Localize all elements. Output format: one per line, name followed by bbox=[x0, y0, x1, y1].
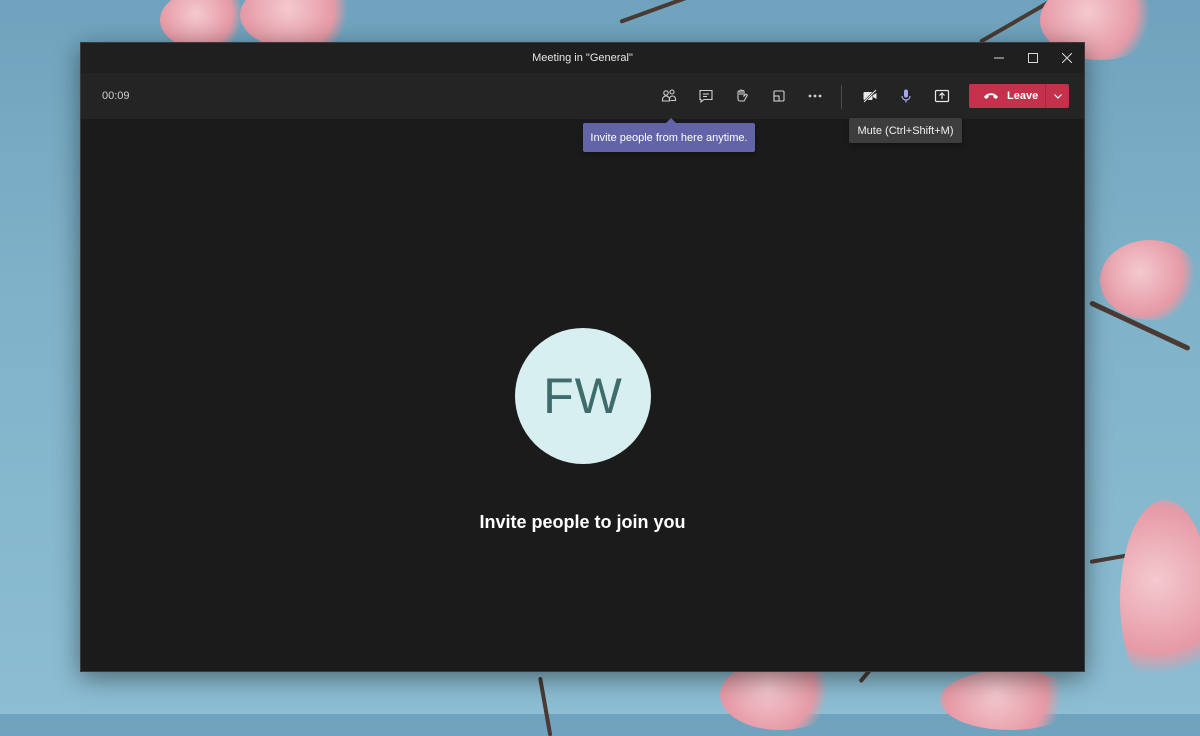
show-chat-button[interactable] bbox=[688, 73, 724, 119]
close-icon bbox=[1062, 53, 1072, 63]
hang-up-icon bbox=[983, 91, 999, 101]
breakout-rooms-button[interactable] bbox=[761, 73, 797, 119]
mute-tooltip: Mute (Ctrl+Shift+M) bbox=[849, 118, 962, 143]
meeting-window: Meeting in "General" 00:09 bbox=[80, 42, 1085, 672]
rooms-icon bbox=[771, 88, 787, 104]
microphone-toggle-button[interactable] bbox=[888, 73, 924, 119]
leave-button[interactable]: Leave bbox=[969, 84, 1045, 108]
share-content-button[interactable] bbox=[924, 73, 960, 119]
show-participants-button[interactable] bbox=[651, 73, 687, 119]
leave-label: Leave bbox=[1007, 90, 1038, 102]
leave-options-button[interactable] bbox=[1046, 84, 1069, 108]
meeting-toolbar: 00:09 bbox=[81, 73, 1084, 119]
leave-button-group: Leave bbox=[969, 84, 1069, 108]
avatar: FW bbox=[515, 328, 651, 464]
raise-hand-icon bbox=[734, 88, 750, 104]
more-actions-button[interactable] bbox=[797, 73, 833, 119]
minimize-button[interactable] bbox=[982, 43, 1016, 73]
chevron-down-icon bbox=[1053, 91, 1063, 101]
invite-tooltip: Invite people from here anytime. bbox=[583, 123, 755, 152]
raise-hand-button[interactable] bbox=[724, 73, 760, 119]
more-icon bbox=[807, 88, 823, 104]
window-title: Meeting in "General" bbox=[532, 52, 633, 64]
call-timer: 00:09 bbox=[102, 90, 130, 102]
maximize-icon bbox=[1028, 53, 1038, 63]
title-bar: Meeting in "General" bbox=[81, 43, 1084, 73]
camera-off-icon bbox=[862, 88, 878, 104]
maximize-button[interactable] bbox=[1016, 43, 1050, 73]
microphone-icon bbox=[898, 88, 914, 104]
invite-message: Invite people to join you bbox=[81, 512, 1084, 533]
share-tray-icon bbox=[934, 88, 950, 104]
camera-toggle-button[interactable] bbox=[852, 73, 888, 119]
window-controls bbox=[982, 43, 1084, 73]
close-button[interactable] bbox=[1050, 43, 1084, 73]
minimize-icon bbox=[994, 53, 1004, 63]
toolbar-divider bbox=[841, 85, 842, 109]
people-icon bbox=[661, 88, 677, 104]
chat-icon bbox=[698, 88, 714, 104]
meeting-stage: FW Invite people to join you bbox=[81, 119, 1084, 671]
